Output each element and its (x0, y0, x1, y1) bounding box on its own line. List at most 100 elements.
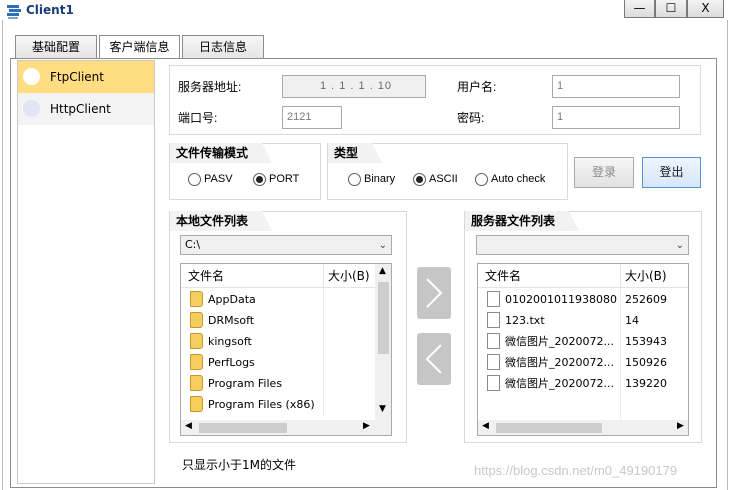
local-col-name[interactable]: 文件名 (188, 264, 224, 288)
auto-check-label: Auto check (491, 173, 546, 185)
local-col-size[interactable]: 大小(B) (328, 264, 370, 288)
local-path-dropdown[interactable]: C:\ ⌄ (180, 235, 392, 255)
local-path-value: C:\ (185, 238, 201, 251)
username-field[interactable]: 1 (552, 75, 680, 98)
server-list-header: 文件名 大小(B) (478, 264, 688, 288)
scroll-up-icon[interactable]: ▲ (379, 266, 386, 276)
file-name: DRMsoft (208, 314, 255, 327)
binary-radio[interactable] (348, 173, 361, 186)
file-name: 0102001011938080... (505, 293, 617, 306)
local-vertical-scrollbar[interactable]: ▲ ▼ (375, 264, 391, 420)
server-horizontal-scrollbar[interactable]: ◀ ▶ (478, 420, 688, 435)
upload-button[interactable] (417, 267, 451, 319)
ascii-radio[interactable] (413, 173, 426, 186)
file-name: 微信图片_2020072... (505, 356, 614, 369)
title-bar: Client1 — ☐ X (0, 0, 730, 20)
password-field[interactable]: 1 (552, 106, 680, 129)
file-name: Program Files (x86) (208, 398, 315, 411)
server-address-field[interactable]: 1 . 1 . 1 . 10 (282, 75, 426, 98)
folder-icon (190, 333, 203, 349)
download-button[interactable] (417, 333, 451, 385)
file-name: PerfLogs (208, 356, 255, 369)
transfer-mode-title: 文件传输模式 (170, 143, 273, 163)
file-size: 14 (625, 314, 639, 327)
folder-icon (190, 375, 203, 391)
watermark: https://blog.csdn.net/m0_49190179 (474, 463, 678, 478)
list-item-ftpclient[interactable]: FtpClient (18, 61, 154, 93)
port-label: 端口号: (178, 111, 218, 125)
file-name: Program Files (208, 377, 283, 390)
file-name: kingsoft (208, 335, 252, 348)
table-row[interactable]: Program Files (181, 373, 375, 394)
server-files-title: 服务器文件列表 (465, 211, 580, 231)
tab-basic-config[interactable]: 基础配置 (15, 35, 97, 59)
logout-button[interactable]: 登出 (642, 157, 701, 188)
folder-icon (190, 354, 203, 370)
close-button[interactable]: X (687, 0, 724, 18)
table-row[interactable]: Program Files (x86) (181, 394, 375, 415)
table-row[interactable]: 123.txt 14 (478, 310, 672, 331)
file-size: 139220 (625, 377, 667, 390)
file-name: 123.txt (505, 314, 545, 327)
folder-icon (190, 396, 203, 412)
file-size: 153943 (625, 335, 667, 348)
table-row[interactable]: PerfLogs (181, 352, 375, 373)
port-mode-label: PORT (269, 173, 300, 185)
table-row[interactable]: 微信图片_2020072... 150926 (478, 352, 672, 373)
scroll-left-icon[interactable]: ◀ (185, 421, 192, 431)
file-name: 微信图片_2020072... (505, 377, 614, 390)
table-row[interactable]: DRMsoft (181, 310, 375, 331)
client-icon (23, 100, 40, 117)
pasv-label: PASV (204, 173, 233, 185)
local-hscroll-thumb[interactable] (199, 423, 287, 433)
size-limit-note: 只显示小于1M的文件 (182, 458, 296, 472)
server-col-size[interactable]: 大小(B) (625, 264, 667, 288)
list-item-httpclient[interactable]: HttpClient (18, 93, 154, 125)
port-radio[interactable] (253, 173, 266, 186)
table-row[interactable]: AppData (181, 289, 375, 310)
ascii-label: ASCII (429, 173, 458, 185)
local-file-list: 文件名 大小(B) AppData DRMsoft kingsoft PerfLogs… (180, 263, 392, 436)
local-horizontal-scrollbar[interactable]: ◀ ▶ (181, 420, 391, 435)
table-row[interactable]: 0102001011938080... 252609 (478, 289, 672, 310)
scroll-left-icon[interactable]: ◀ (482, 421, 489, 431)
server-col-name[interactable]: 文件名 (485, 264, 521, 288)
port-field[interactable]: 2121 (282, 106, 342, 129)
file-name: AppData (208, 293, 256, 306)
tab-client-info[interactable]: 客户端信息 (99, 35, 180, 60)
local-vscroll-thumb[interactable] (378, 282, 389, 354)
chevron-down-icon: ⌄ (378, 240, 387, 251)
file-icon (487, 375, 500, 391)
table-row[interactable]: kingsoft (181, 331, 375, 352)
minimize-button[interactable]: — (624, 0, 655, 18)
list-item-label: HttpClient (50, 102, 111, 116)
window-title: Client1 (26, 3, 74, 17)
file-icon (487, 333, 500, 349)
scroll-right-icon[interactable]: ▶ (363, 421, 370, 431)
server-path-dropdown[interactable]: ⌄ (476, 235, 689, 255)
client-icon (23, 68, 40, 85)
list-item-label: FtpClient (50, 70, 104, 84)
scroll-right-icon[interactable]: ▶ (677, 421, 684, 431)
login-button[interactable]: 登录 (574, 157, 634, 188)
pasv-radio[interactable] (188, 173, 201, 186)
maximize-button[interactable]: ☐ (655, 0, 687, 18)
table-row[interactable]: 微信图片_2020072... 139220 (478, 373, 672, 394)
file-icon (487, 312, 500, 328)
auto-check-radio[interactable] (475, 173, 488, 186)
table-row[interactable]: 微信图片_2020072... 153943 (478, 331, 672, 352)
chevron-down-icon: ⌄ (675, 240, 684, 251)
password-label: 密码: (457, 111, 485, 125)
server-hscroll-thumb[interactable] (496, 423, 602, 433)
folder-icon (190, 312, 203, 328)
username-label: 用户名: (457, 80, 497, 94)
file-size: 150926 (625, 356, 667, 369)
tab-log-info[interactable]: 日志信息 (182, 35, 264, 59)
binary-label: Binary (364, 173, 396, 185)
scroll-down-icon[interactable]: ▼ (379, 404, 386, 414)
folder-icon (190, 291, 203, 307)
file-name: 微信图片_2020072... (505, 335, 614, 348)
chevron-right-icon (426, 278, 443, 308)
app-icon (7, 5, 21, 19)
file-size: 252609 (625, 293, 667, 306)
